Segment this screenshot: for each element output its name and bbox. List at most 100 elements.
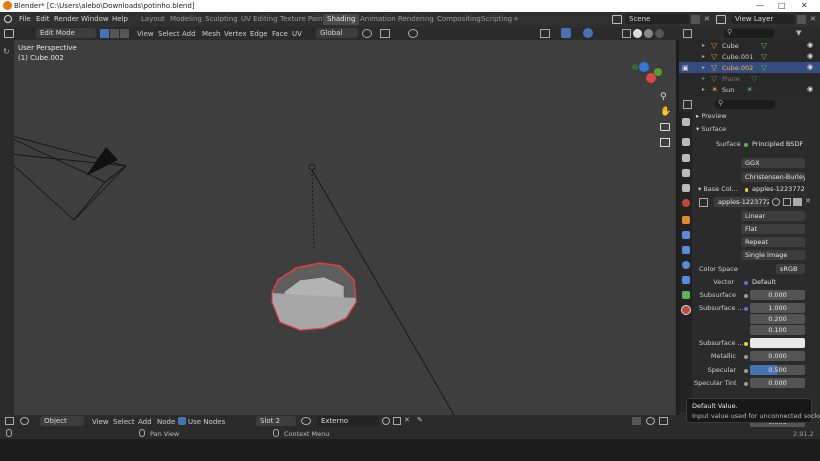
shader-type-icon[interactable]	[20, 417, 29, 425]
vector-field[interactable]: Default	[748, 277, 804, 287]
edit-mode-icon[interactable]: ▣	[682, 64, 689, 72]
visibility-icon[interactable]	[540, 29, 550, 38]
mode-selector[interactable]: Edit Mode	[36, 28, 96, 38]
world-tab-icon[interactable]	[682, 199, 690, 207]
data-tab-icon[interactable]	[682, 291, 690, 299]
open-folder-icon[interactable]	[793, 198, 802, 206]
outliner-row-sun[interactable]: ▸ ☀ Sun ☀ ◉	[679, 84, 820, 95]
base-color-texture-field[interactable]: apples-1223772_9...	[748, 184, 804, 194]
render-tab-icon[interactable]	[682, 138, 690, 146]
gizmo-neg-y-icon[interactable]	[632, 64, 638, 70]
projection-dropdown[interactable]: Flat	[741, 224, 805, 234]
menu-mesh[interactable]: Mesh	[202, 30, 220, 38]
scene-tab-icon[interactable]	[682, 184, 690, 192]
blender-menu-icon[interactable]	[4, 15, 12, 23]
pivot-point-icon[interactable]	[362, 29, 372, 38]
filter-icon[interactable]: ▼	[796, 29, 801, 37]
menu-uv[interactable]: UV	[292, 30, 302, 38]
material-fake-user-icon[interactable]	[382, 417, 390, 425]
float-socket-icon[interactable]	[744, 294, 748, 298]
properties-editor-icon[interactable]	[683, 100, 692, 109]
surface-panel-toggle[interactable]: ▾ Surface	[696, 125, 726, 133]
output-tab-icon[interactable]	[682, 154, 690, 162]
edge-select-icon[interactable]	[110, 29, 119, 38]
tab-texture-paint[interactable]: Texture Paint	[276, 14, 329, 25]
subsurface-color-swatch[interactable]	[750, 338, 805, 348]
particles-tab-icon[interactable]	[682, 246, 690, 254]
float-socket-icon[interactable]	[744, 355, 748, 359]
view-layer-tab-icon[interactable]	[682, 169, 690, 177]
transform-orientation[interactable]: Global	[316, 28, 358, 38]
menu-file[interactable]: File	[19, 15, 31, 23]
specular-tint-field[interactable]: 0.000	[750, 378, 805, 388]
menu-edge[interactable]: Edge	[250, 30, 268, 38]
camera-view-icon[interactable]	[660, 123, 670, 131]
node-menu-select[interactable]: Select	[113, 418, 135, 426]
material-tab-icon[interactable]	[681, 305, 691, 315]
material-shading-icon[interactable]	[644, 29, 653, 38]
vector-socket-icon[interactable]	[744, 307, 748, 311]
outliner-row-cube001[interactable]: ▸ ▽ Cube.001 ▽ ◉	[679, 51, 820, 62]
zoom-icon[interactable]: ⚲	[660, 92, 667, 102]
node-backdrop-icon[interactable]	[659, 417, 668, 425]
pan-hand-icon[interactable]: ✋	[660, 107, 671, 117]
editor-type-icon[interactable]	[4, 29, 14, 38]
solid-shading-icon[interactable]	[633, 29, 642, 38]
source-dropdown[interactable]: Single Image	[741, 250, 805, 260]
metallic-field[interactable]: 0.000	[750, 351, 805, 361]
overlay-toggle-icon[interactable]	[583, 28, 593, 38]
gizmo-x-axis-icon[interactable]	[646, 73, 656, 83]
view-layer-selector[interactable]: View Layer	[731, 14, 795, 24]
physics-tab-icon[interactable]	[682, 261, 690, 269]
shader-object-dropdown[interactable]: Object	[40, 416, 84, 426]
base-color-toggle[interactable]: ▾ Base Col...	[698, 185, 738, 193]
expand-icon[interactable]: ▸	[702, 64, 705, 71]
material-slot-dropdown[interactable]: Slot 2	[256, 416, 296, 426]
eye-icon[interactable]: ◉	[807, 52, 813, 60]
node-menu-view[interactable]: View	[92, 418, 109, 426]
node-snap-icon[interactable]	[632, 417, 641, 425]
scene-selector[interactable]: Scene	[625, 14, 689, 24]
image-name-field[interactable]: apples-1223772_...	[714, 197, 769, 207]
eye-icon[interactable]: ◉	[807, 63, 813, 71]
menu-help[interactable]: Help	[112, 15, 128, 23]
interpolation-dropdown[interactable]: Linear	[741, 211, 805, 221]
subsurface-radius-z[interactable]: 0.100	[750, 325, 805, 335]
scene-icon[interactable]	[612, 15, 622, 24]
proportional-edit-icon[interactable]	[408, 29, 418, 38]
new-scene-icon[interactable]	[691, 15, 700, 24]
float-socket-icon[interactable]	[744, 382, 748, 386]
surface-shader-field[interactable]: Principled BSDF	[748, 139, 804, 149]
outliner-row-cube[interactable]: ▸ ▽ Cube ▽ ◉	[679, 40, 820, 51]
pin-icon[interactable]: ✎	[417, 416, 423, 424]
material-name-field[interactable]: Externo	[317, 416, 379, 426]
eye-icon[interactable]: ◉	[807, 85, 813, 93]
node-menu-add[interactable]: Add	[138, 418, 152, 426]
color-space-dropdown[interactable]: sRGB	[776, 264, 805, 274]
use-nodes-checkbox[interactable]	[178, 417, 186, 425]
image-browse-icon[interactable]	[699, 198, 708, 207]
specular-field[interactable]: 0.500	[750, 365, 805, 375]
maximize-button[interactable]: □	[778, 1, 786, 10]
ortho-grid-icon[interactable]	[660, 138, 670, 147]
menu-vertex[interactable]: Vertex	[224, 30, 247, 38]
subsurface-field[interactable]: 0.000	[750, 290, 805, 300]
subsurface-radius-x[interactable]: 1.000	[750, 303, 805, 313]
unlink-icon[interactable]: ✕	[805, 197, 811, 205]
tab-shading[interactable]: Shading	[323, 14, 360, 25]
material-copy-icon[interactable]	[393, 417, 401, 425]
tool-tab-icon[interactable]	[682, 118, 690, 126]
preview-panel-toggle[interactable]: ▸ Preview	[696, 112, 727, 120]
properties-search-input[interactable]	[715, 100, 775, 109]
refresh-icon[interactable]: ↻	[3, 47, 10, 56]
modifier-tab-icon[interactable]	[682, 231, 690, 239]
rendered-shading-icon[interactable]	[655, 29, 664, 38]
view-layer-icon[interactable]	[716, 15, 726, 24]
constraints-tab-icon[interactable]	[682, 276, 690, 284]
expand-icon[interactable]: ▸	[702, 75, 705, 82]
node-menu-node[interactable]: Node	[157, 418, 175, 426]
outliner-row-cube002[interactable]: ▣ ▸ ▽ Cube.002 ▽ ◉	[679, 62, 820, 73]
material-browse-icon[interactable]	[301, 417, 311, 425]
close-button[interactable]: ✕	[801, 1, 808, 10]
fake-user-icon[interactable]	[772, 198, 780, 206]
